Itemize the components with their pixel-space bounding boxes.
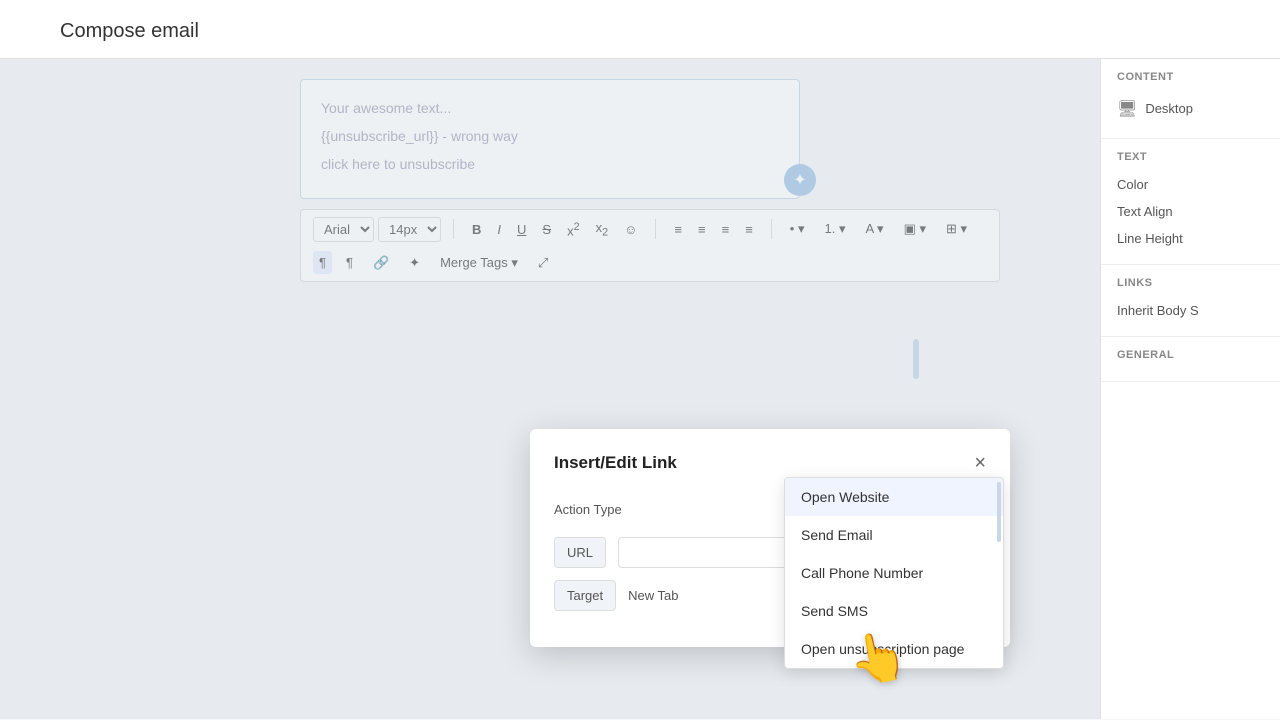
sidebar-content-title: CONTENT [1117,71,1264,83]
right-sidebar: CONTENT 🖥 Desktop TEXT Color Text Align … [1100,59,1280,719]
dropdown-scrollbar[interactable] [997,482,1001,542]
dropdown-item-open-website[interactable]: Open Website [785,478,1003,516]
sidebar-general-title: GENERAL [1117,349,1264,361]
dropdown-item-send-email[interactable]: Send Email [785,516,1003,554]
sidebar-section-general: GENERAL [1101,337,1280,382]
sidebar-color-label[interactable]: Color [1117,171,1264,198]
sidebar-links-title: LINKS [1117,277,1264,289]
dropdown-item-send-sms[interactable]: Send SMS [785,592,1003,630]
sidebar-desktop-label[interactable]: Desktop [1145,95,1193,122]
sidebar-inheritbody-label[interactable]: Inherit Body S [1117,297,1264,324]
sidebar-lineheight-label[interactable]: Line Height [1117,225,1264,252]
sidebar-section-text: TEXT Color Text Align Line Height [1101,139,1280,265]
editor-area: Your awesome text... {{unsubscribe_url}}… [0,59,1100,719]
cursor-hand-icon: 👆 [844,624,913,691]
modal-title: Insert/Edit Link [554,453,677,473]
sidebar-text-title: TEXT [1117,151,1264,163]
desktop-icon: 🖥 [1117,99,1137,119]
page-title: Compose email [60,20,1220,43]
sidebar-section-links: LINKS Inherit Body S [1101,265,1280,337]
page-header: Compose email [0,0,1280,59]
target-value: New Tab [628,588,678,603]
main-layout: Your awesome text... {{unsubscribe_url}}… [0,59,1280,719]
sidebar-textalign-label[interactable]: Text Align [1117,198,1264,225]
sidebar-section-content: CONTENT 🖥 Desktop [1101,59,1280,139]
action-type-label: Action Type [554,502,654,517]
dropdown-item-call-phone[interactable]: Call Phone Number [785,554,1003,592]
target-label: Target [554,580,616,611]
modal-close-button[interactable]: × [974,453,986,473]
url-label: URL [554,537,606,568]
modal-header: Insert/Edit Link × [554,453,986,473]
